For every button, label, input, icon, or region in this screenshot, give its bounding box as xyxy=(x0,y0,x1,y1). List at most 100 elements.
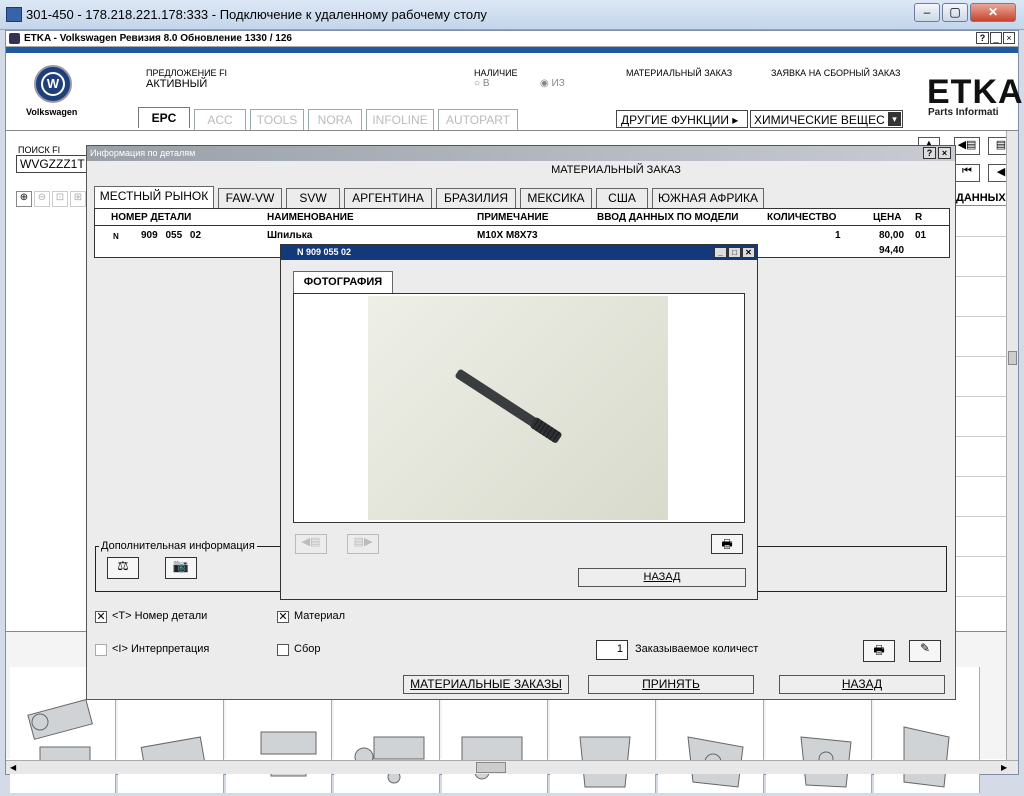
row-r: 01 xyxy=(915,230,927,241)
material-checkbox[interactable]: ✕ xyxy=(277,611,289,623)
assembly-checkbox[interactable] xyxy=(277,644,289,656)
part-number-checkbox[interactable]: ✕ xyxy=(95,611,107,623)
tab-autopart[interactable]: AUTOPART xyxy=(438,109,518,130)
edit-icon[interactable]: ✎ xyxy=(909,640,941,662)
interpretation-checkbox-label: <I> Интерпретация xyxy=(112,643,210,655)
row-flag: N xyxy=(113,232,119,241)
col-price: ЦЕНА xyxy=(873,212,902,223)
chemicals-select[interactable]: ХИМИЧЕСКИЕ ВЕЩЕС xyxy=(750,110,903,128)
zoom-toolbar: ⊕ ⊖ ⊡ ⊞ xyxy=(16,191,90,207)
tab-local-market[interactable]: МЕСТНЫЙ РЫНОК xyxy=(94,186,214,208)
accept-button[interactable]: ПРИНЯТЬ xyxy=(588,675,754,694)
part-photo xyxy=(368,296,668,520)
camera-icon[interactable]: 📷 xyxy=(165,557,197,579)
part-number-checkbox-label: <T> Номер детали xyxy=(112,610,208,622)
photo-minimize-button[interactable]: _ xyxy=(714,247,727,258)
document-back-icon[interactable]: ◀▤ xyxy=(954,137,980,155)
availability-option-iz[interactable]: ◉ ИЗ xyxy=(540,78,565,89)
photo-print-icon[interactable]: 🖶 xyxy=(711,534,743,554)
rdp-title-bar: 301-450 - 178.218.221.178:333 - Подключе… xyxy=(0,0,1024,30)
order-quantity-input[interactable]: 1 xyxy=(596,640,628,660)
row-note: M10X M8X73 xyxy=(477,230,538,241)
col-part-number: НОМЕР ДЕТАЛИ xyxy=(111,212,192,223)
row-price-gross: 94,40 xyxy=(879,245,905,256)
col-name: НАИМЕНОВАНИЕ xyxy=(267,212,354,223)
tab-epc[interactable]: EPC xyxy=(138,107,190,128)
dialog-title-bar: Информация по деталям ? × xyxy=(87,146,955,161)
tab-faw-vw[interactable]: FAW-VW xyxy=(218,188,282,208)
vertical-scrollbar[interactable] xyxy=(1006,131,1018,761)
close-window-button[interactable]: ✕ xyxy=(970,3,1016,22)
row-name: Шпилька xyxy=(267,230,313,241)
tab-photo[interactable]: ФОТОГРАФИЯ xyxy=(293,271,393,293)
row-part-number[interactable]: 909 055 02 xyxy=(141,230,201,241)
tab-tools[interactable]: TOOLS xyxy=(250,109,304,130)
rdp-app-icon xyxy=(6,7,22,22)
tab-brazil[interactable]: БРАЗИЛИЯ xyxy=(436,188,516,208)
app-minimize-button[interactable]: _ xyxy=(990,32,1002,44)
dialog-close-button[interactable]: × xyxy=(938,147,951,159)
app-title-bar: ETKA - Volkswagen Ревизия 8.0 Обновление… xyxy=(6,31,1018,47)
photo-frame xyxy=(293,293,745,523)
app-close-button[interactable]: × xyxy=(1003,32,1015,44)
tab-infoline[interactable]: INFOLINE xyxy=(366,109,434,130)
material-order-label[interactable]: МАТЕРИАЛЬНЫЙ ЗАКАЗ xyxy=(626,68,732,78)
zoom-out-icon[interactable]: ⊖ xyxy=(34,191,50,207)
dialog-help-button[interactable]: ? xyxy=(923,147,936,159)
interpretation-checkbox[interactable] xyxy=(95,644,107,656)
offer-label: ПРЕДЛОЖЕНИЕ FI xyxy=(146,68,228,78)
assembly-checkbox-label: Сбор xyxy=(294,643,321,655)
col-note: ПРИМЕЧАНИЕ xyxy=(477,212,549,223)
previous-photo-icon[interactable]: ◀▤ xyxy=(295,534,327,554)
search-label: ПОИСК FI xyxy=(18,145,61,155)
header-accent-bar xyxy=(6,47,1018,53)
print-icon[interactable]: 🖶 xyxy=(863,640,895,662)
first-page-icon[interactable]: ⏮ xyxy=(954,164,980,182)
availability-option-b[interactable]: ○ В xyxy=(474,78,490,89)
next-photo-icon[interactable]: ▤▶ xyxy=(347,534,379,554)
etka-subtitle: Parts Informati xyxy=(928,107,999,118)
zoom-fit-icon[interactable]: ⊞ xyxy=(70,191,86,207)
photo-window: N 909 055 02 _ □ ✕ ФОТОГРАФИЯ ◀▤ ▤▶ 🖶 НА… xyxy=(280,244,758,600)
maximize-button[interactable]: ▢ xyxy=(942,3,968,22)
tab-usa[interactable]: США xyxy=(596,188,648,208)
scale-icon[interactable]: ⚖ xyxy=(107,557,139,579)
other-functions-button[interactable]: ДРУГИЕ ФУНКЦИИ ▸ xyxy=(616,110,748,128)
tabs-divider xyxy=(6,130,1018,131)
material-orders-button[interactable]: МАТЕРИАЛЬНЫЕ ЗАКАЗЫ xyxy=(403,675,569,694)
zoom-area-icon[interactable]: ⊡ xyxy=(52,191,68,207)
row-quantity: 1 xyxy=(835,230,841,241)
photo-title-bar: N 909 055 02 _ □ ✕ xyxy=(281,245,757,260)
col-model-data: ВВОД ДАННЫХ ПО МОДЕЛИ xyxy=(597,212,739,223)
app-icon xyxy=(9,33,20,44)
right-list-background xyxy=(956,205,1006,645)
col-quantity: КОЛИЧЕСТВО xyxy=(767,212,837,223)
additional-info-label: Дополнительная информация xyxy=(99,540,257,552)
order-quantity-label: Заказываемое количест xyxy=(635,643,759,655)
rdp-window-title: 301-450 - 178.218.221.178:333 - Подключе… xyxy=(26,7,487,22)
tab-nora[interactable]: NORA xyxy=(308,109,362,130)
minimize-button[interactable]: – xyxy=(914,3,940,22)
photo-back-button[interactable]: НАЗАД xyxy=(578,568,746,587)
chevron-down-icon[interactable]: ▾ xyxy=(888,112,901,126)
search-input[interactable]: WVGZZZ1T xyxy=(16,155,90,173)
app-title: ETKA - Volkswagen Ревизия 8.0 Обновление… xyxy=(24,33,292,44)
tab-south-africa[interactable]: ЮЖНАЯ АФРИКА xyxy=(652,188,764,208)
brand-label: Volkswagen xyxy=(26,107,78,117)
horizontal-scrollbar[interactable]: ◀ ▶ xyxy=(6,760,1018,774)
tab-acc[interactable]: ACC xyxy=(194,109,246,130)
dialog-back-button[interactable]: НАЗАД xyxy=(779,675,945,694)
tab-svw[interactable]: SVW xyxy=(286,188,340,208)
assembly-order-label[interactable]: ЗАЯВКА НА СБОРНЫЙ ЗАКАЗ xyxy=(771,68,900,78)
photo-close-button[interactable]: ✕ xyxy=(742,247,755,258)
material-checkbox-label: Материал xyxy=(294,610,345,622)
vw-logo-icon: W xyxy=(34,65,72,103)
zoom-in-icon[interactable]: ⊕ xyxy=(16,191,32,207)
col-r: R xyxy=(915,212,923,223)
tab-argentina[interactable]: АРГЕНТИНА xyxy=(344,188,432,208)
tab-mexico[interactable]: МЕКСИКА xyxy=(520,188,592,208)
availability-label: НАЛИЧИЕ xyxy=(474,68,518,78)
help-button[interactable]: ? xyxy=(976,32,989,44)
photo-maximize-button[interactable]: □ xyxy=(728,247,741,258)
photo-title: N 909 055 02 xyxy=(297,247,352,257)
